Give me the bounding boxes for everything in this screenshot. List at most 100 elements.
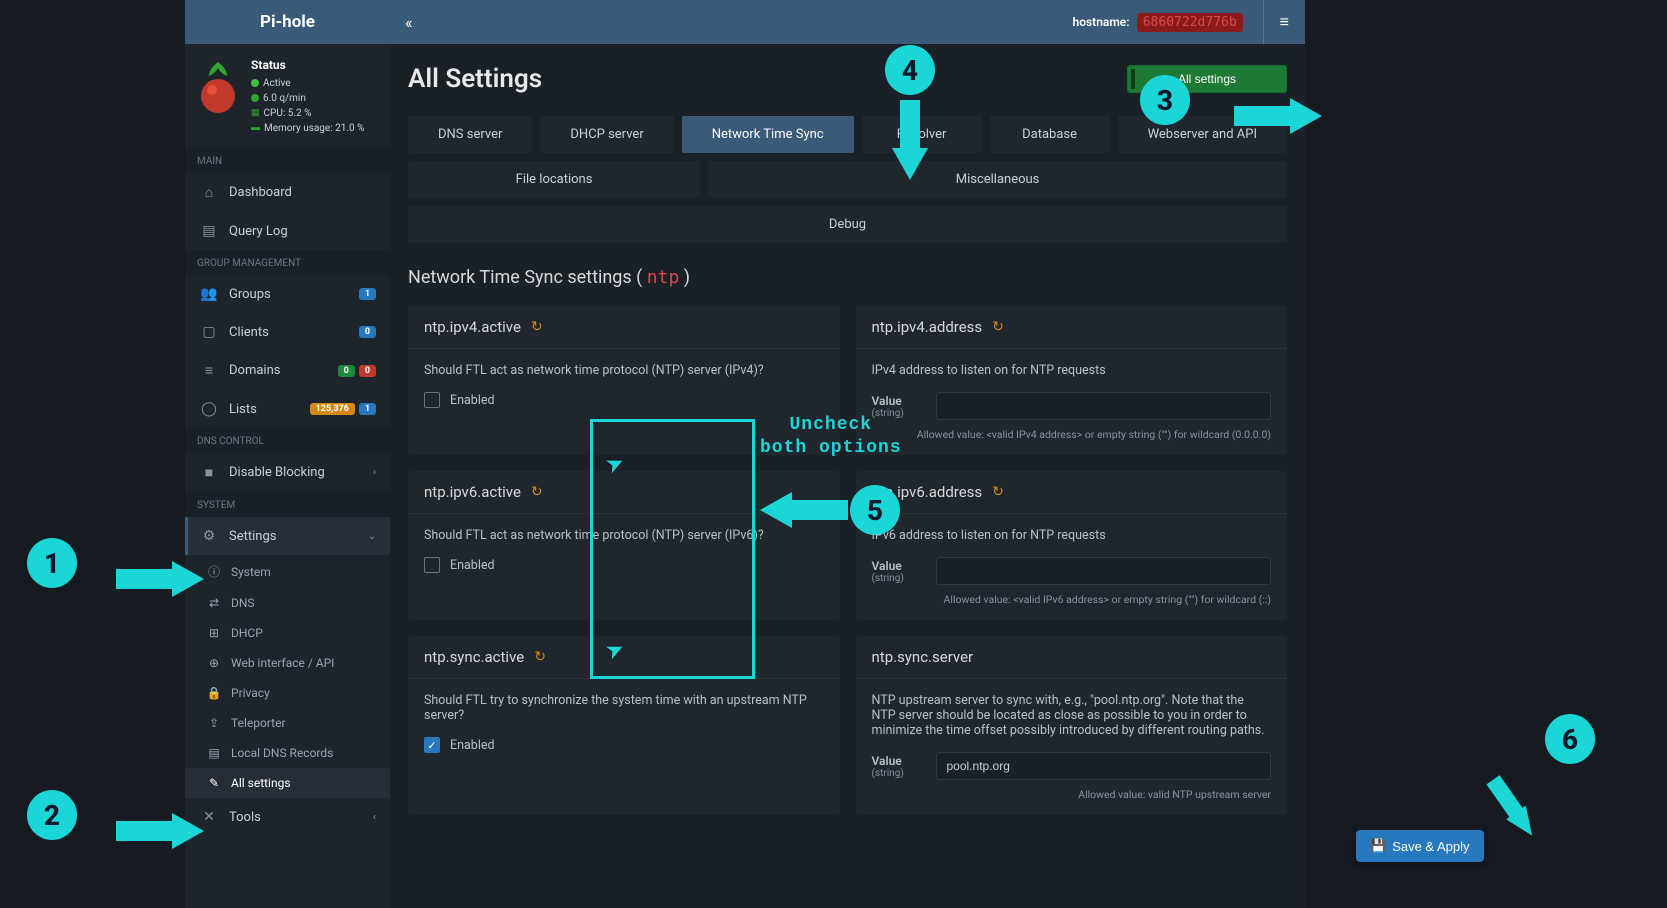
reload-icon[interactable]: ↻	[992, 484, 1004, 500]
home-icon: ⌂	[199, 184, 219, 201]
all-settings-toggle[interactable]: All settings	[1127, 65, 1287, 93]
input-ipv6-address[interactable]	[936, 557, 1272, 585]
badge-lists-a: 125,376	[310, 403, 355, 415]
checkbox-label: Enabled	[450, 393, 495, 408]
nav-settings[interactable]: ⚙ Settings ⌄	[185, 517, 390, 555]
tab-files[interactable]: File locations	[408, 161, 700, 198]
checkbox-sync-active[interactable]: ✓	[424, 737, 440, 753]
card-ntp-ipv6-address: ntp.ipv6.address ↻ IPv6 address to liste…	[856, 471, 1288, 620]
edit-icon: ✎	[205, 776, 223, 790]
value-type: (string)	[872, 573, 922, 584]
value-label: Value	[872, 559, 922, 573]
save-apply-button[interactable]: 💾 Save & Apply	[1356, 830, 1484, 862]
value-type: (string)	[872, 768, 922, 779]
tab-dns[interactable]: DNS server	[408, 116, 532, 153]
input-sync-server[interactable]	[936, 752, 1272, 780]
card-ntp-ipv4-address: ntp.ipv4.address ↻ IPv4 address to liste…	[856, 306, 1288, 455]
annotation-6: 6	[1545, 714, 1595, 764]
card-title: ntp.ipv6.address	[872, 483, 983, 501]
tab-debug[interactable]: Debug	[408, 206, 1287, 243]
tab-dhcp[interactable]: DHCP server	[540, 116, 673, 153]
subnav-dhcp[interactable]: ⊞DHCP	[185, 618, 390, 648]
laptop-icon: ▢	[199, 324, 219, 340]
section-heading: Network Time Sync settings ( ntp )	[408, 267, 1287, 288]
card-desc: NTP upstream server to sync with, e.g., …	[872, 693, 1272, 738]
card-desc: IPv6 address to listen on for NTP reques…	[872, 528, 1272, 543]
subnav-localdns[interactable]: ▤Local DNS Records	[185, 738, 390, 768]
nav-dashboard[interactable]: ⌂ Dashboard	[185, 173, 390, 212]
section-dns: DNS CONTROL	[185, 428, 390, 453]
card-title: ntp.sync.server	[872, 648, 974, 666]
card-desc: Should FTL act as network time protocol …	[424, 363, 824, 378]
checkbox-ipv6-active[interactable]	[424, 557, 440, 573]
status-mem: ▬Memory usage: 21.0 %	[251, 121, 364, 136]
tab-webserver[interactable]: Webserver and API	[1118, 116, 1287, 153]
list-icon: ≡	[199, 362, 219, 379]
card-title: ntp.sync.active	[424, 648, 524, 666]
card-ntp-ipv6-active: ntp.ipv6.active ↻ Should FTL act as netw…	[408, 471, 840, 620]
badge-groups: 1	[359, 288, 376, 300]
input-ipv4-address[interactable]	[936, 392, 1272, 420]
nav-clients[interactable]: ▢ Clients 0	[185, 313, 390, 351]
sidebar: Status Active 6.0 q/min ▦CPU: 5.2 % ▬Mem…	[185, 44, 390, 908]
share-icon: ⇄	[205, 596, 223, 610]
nav-disable-blocking[interactable]: ■ Disable Blocking ‹	[185, 453, 390, 492]
lock-icon: 🔒	[205, 686, 223, 700]
allowed-hint: Allowed value: <valid IPv6 address> or e…	[872, 593, 1272, 606]
reload-icon[interactable]: ↻	[531, 319, 543, 335]
gear-icon: ⚙	[199, 528, 219, 544]
hostname-label: hostname: 6860722d776b	[1073, 15, 1263, 30]
checkbox-label: Enabled	[450, 738, 495, 753]
export-icon: ⇪	[205, 716, 223, 730]
subnav-privacy[interactable]: 🔒Privacy	[185, 678, 390, 708]
save-icon: 💾	[1370, 838, 1386, 854]
card-title: ntp.ipv6.active	[424, 483, 521, 501]
chevron-down-icon: ⌄	[368, 531, 376, 542]
page-title: All Settings	[408, 64, 1127, 94]
card-ntp-sync-active: ntp.sync.active ↻ Should FTL try to sync…	[408, 636, 840, 815]
nav-domains[interactable]: ≡ Domains 0 0	[185, 351, 390, 390]
status-qpm: 6.0 q/min	[251, 91, 364, 106]
nav-lists[interactable]: ◯ Lists 125,376 1	[185, 390, 390, 428]
header-menu-icon[interactable]: ≡	[1263, 0, 1305, 44]
value-label: Value	[872, 754, 922, 768]
address-icon: ▤	[205, 746, 223, 760]
subnav-web[interactable]: ⊕Web interface / API	[185, 648, 390, 678]
tools-icon: ✕	[199, 809, 219, 825]
subnav-allsettings[interactable]: ✎All settings	[185, 768, 390, 798]
card-desc: Should FTL try to synchronize the system…	[424, 693, 824, 723]
badge-domains-b: 0	[359, 365, 376, 377]
settings-tabs: DNS server DHCP server Network Time Sync…	[408, 116, 1287, 243]
stop-icon: ■	[199, 464, 219, 481]
subnav-dns[interactable]: ⇄DNS	[185, 588, 390, 618]
chevron-left-icon: ‹	[373, 812, 376, 823]
annotation-1: 1	[27, 538, 77, 588]
tab-database[interactable]: Database	[990, 116, 1110, 153]
allowed-hint: Allowed value: <valid IPv4 address> or e…	[872, 428, 1272, 441]
checkbox-ipv4-active[interactable]	[424, 392, 440, 408]
reload-icon[interactable]: ↻	[531, 484, 543, 500]
badge-domains-a: 0	[338, 365, 355, 377]
value-type: (string)	[872, 408, 922, 419]
subnav-system[interactable]: ⓘSystem	[185, 555, 390, 588]
tab-ntp[interactable]: Network Time Sync	[682, 116, 854, 153]
value-label: Value	[872, 394, 922, 408]
card-desc: Should FTL act as network time protocol …	[424, 528, 824, 543]
tab-resolver[interactable]: Resolver	[862, 116, 982, 153]
status-title: Status	[251, 56, 364, 74]
nav-querylog[interactable]: ▤ Query Log	[185, 212, 390, 250]
section-main: MAIN	[185, 148, 390, 173]
section-system: SYSTEM	[185, 492, 390, 517]
card-title: ntp.ipv4.address	[872, 318, 983, 336]
nav-tools[interactable]: ✕ Tools ‹	[185, 798, 390, 836]
nav-groups[interactable]: 👥 Groups 1	[185, 275, 390, 313]
subnav-teleporter[interactable]: ⇪Teleporter	[185, 708, 390, 738]
file-icon: ▤	[199, 223, 219, 239]
tab-misc[interactable]: Miscellaneous	[708, 161, 1287, 198]
reload-icon[interactable]: ↻	[992, 319, 1004, 335]
shield-icon: ◯	[199, 401, 219, 417]
card-desc: IPv4 address to listen on for NTP reques…	[872, 363, 1272, 378]
reload-icon[interactable]: ↻	[534, 649, 546, 665]
annotation-arrow-6	[1512, 810, 1536, 838]
sidebar-toggle[interactable]: «	[390, 13, 428, 32]
